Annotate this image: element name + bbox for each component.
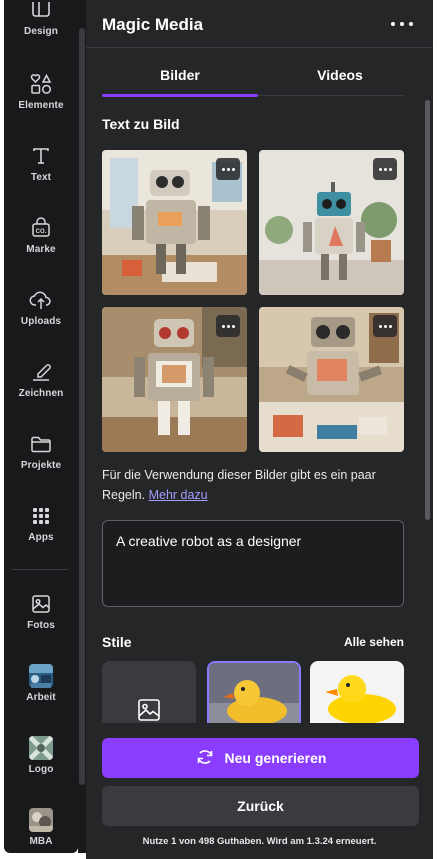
dot-icon [409,22,413,26]
image-options-button[interactable] [373,158,397,180]
sidebar-item-uploads[interactable]: Uploads [4,288,78,348]
brand-icon: CO. [29,216,53,240]
sidebar-scrollbar-thumb[interactable] [79,28,85,785]
styles-header: Stile Alle sehen [102,634,404,650]
panel-scrollbar[interactable] [425,100,430,520]
logo-thumbnail [29,736,53,760]
sidebar-item-label: Logo [28,764,54,775]
sidebar-item-design[interactable]: Design [4,2,78,62]
image-options-button[interactable] [216,315,240,337]
sidebar-item-logo[interactable]: Logo [4,736,78,796]
upload-cloud-icon [29,288,53,312]
generated-image-4[interactable] [259,307,404,452]
image-options-button[interactable] [216,158,240,180]
sidebar-item-label: Text [30,172,52,183]
usage-note-text: Für die Verwendung dieser Bilder gibt es… [102,468,376,502]
learn-more-link[interactable]: Mehr dazu [149,488,208,502]
magic-media-panel: Magic Media Bilder Videos Text zu Bild F… [86,0,433,859]
section-title-text-to-image: Text zu Bild [102,116,180,132]
sidebar-item-label: Design [24,26,58,37]
svg-text:CO.: CO. [36,229,47,235]
usage-note: Für die Verwendung dieser Bilder gibt es… [102,465,407,505]
sidebar-item-label: MBA [29,836,53,847]
generated-image-1[interactable] [102,150,247,295]
regenerate-button[interactable]: Neu generieren [102,738,419,778]
back-button[interactable]: Zurück [102,786,419,826]
sidebar-item-label: Marke [26,244,56,255]
sidebar-item-projekte[interactable]: Projekte [4,432,78,492]
see-all-styles-link[interactable]: Alle sehen [344,635,404,649]
arbeit-thumbnail [29,664,53,688]
sidebar-item-label: Projekte [20,460,62,471]
sidebar-item-marke[interactable]: CO. Marke [4,216,78,276]
prompt-input[interactable]: A creative robot as a designer [102,520,404,607]
sidebar-item-text[interactable]: Text [4,144,78,204]
more-options-button[interactable] [391,15,413,33]
styles-title: Stile [102,634,132,650]
design-icon [29,2,53,20]
sidebar-item-mba[interactable]: MBA [4,808,78,859]
sidebar-item-label: Uploads [20,316,62,327]
dot-icon [400,22,404,26]
elements-icon [29,72,53,96]
canvas-edge [433,0,438,859]
refresh-icon [195,747,215,770]
tab-bar: Bilder Videos [102,58,404,97]
generated-image-3[interactable] [102,307,247,452]
sidebar-item-label: Fotos [27,620,55,631]
mba-thumbnail [29,808,53,832]
panel-title: Magic Media [102,15,204,34]
sidebar-item-zeichnen[interactable]: Zeichnen [4,360,78,420]
dot-icon [391,22,395,26]
image-options-button[interactable] [373,315,397,337]
text-icon [29,144,53,168]
tab-bilder[interactable]: Bilder [102,58,258,97]
sidebar-item-label: Zeichnen [18,388,64,399]
sidebar-divider [12,569,68,570]
style-option-duck-bright[interactable] [310,661,404,723]
sidebar-item-label: Arbeit [26,692,56,703]
sidebar-item-label: Elemente [18,100,64,111]
panel-header: Magic Media [86,0,433,48]
generated-image-2[interactable] [259,150,404,295]
sidebar-item-apps[interactable]: Apps [4,504,78,564]
draw-icon [29,360,53,384]
sidebar-item-elemente[interactable]: Elemente [4,72,78,132]
folder-icon [29,432,53,456]
apps-grid-icon [29,504,53,528]
regenerate-label: Neu generieren [224,750,327,766]
photo-icon [29,592,53,616]
sidebar-item-fotos[interactable]: Fotos [4,592,78,652]
image-placeholder-icon [137,698,161,723]
tab-videos[interactable]: Videos [262,58,418,96]
sidebar-item-label: Apps [28,532,54,543]
style-option-duck-selected[interactable] [207,661,301,723]
credits-info: Nutze 1 von 498 Guthaben. Wird am 1.3.24… [142,836,377,847]
style-option-none[interactable] [102,661,196,723]
sidebar-item-arbeit[interactable]: Arbeit [4,664,78,724]
